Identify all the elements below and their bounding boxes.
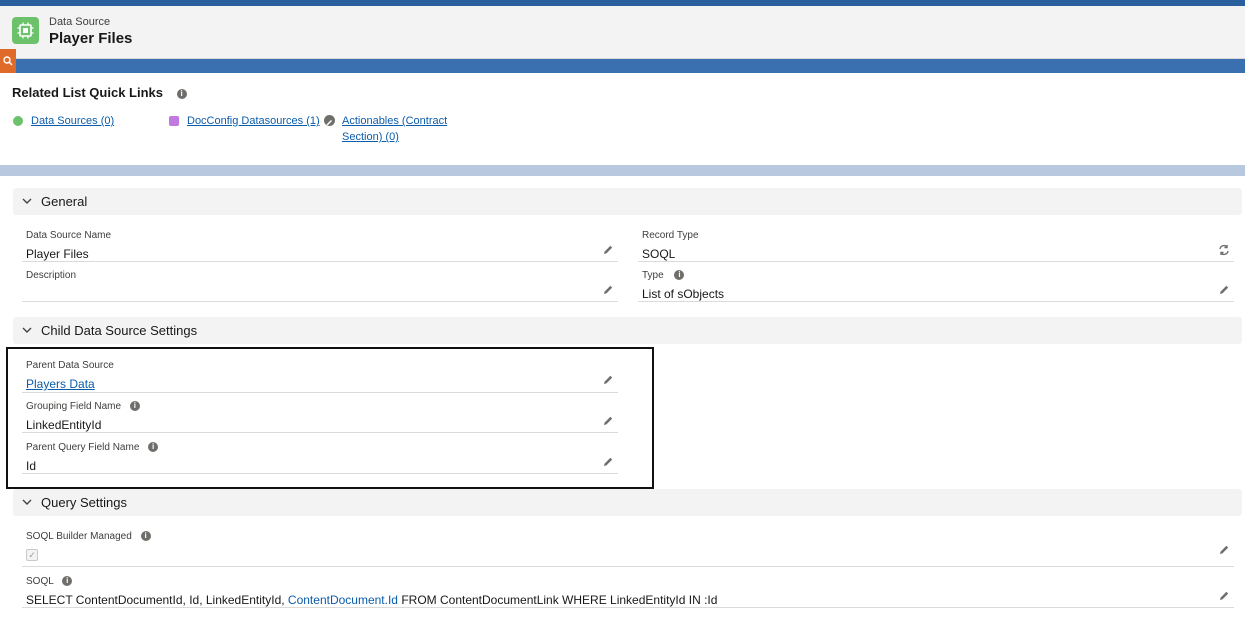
quick-links-title: Related List Quick Links i xyxy=(12,85,187,100)
wrench-icon xyxy=(324,115,335,126)
soql-value: SELECT ContentDocumentId, Id, LinkedEnti… xyxy=(26,593,718,607)
field-soql: SOQL i SELECT ContentDocumentId, Id, Lin… xyxy=(22,572,1234,608)
related-list-quick-links: Related List Quick Links i Data Sources … xyxy=(0,73,1245,165)
search-icon[interactable] xyxy=(0,49,16,73)
chevron-down-icon xyxy=(22,499,32,505)
quick-link-data-sources[interactable]: Data Sources (0) xyxy=(31,113,114,129)
field-record-type: Record Type SOQL xyxy=(638,226,1234,262)
edit-pencil-icon[interactable] xyxy=(1218,590,1230,602)
record-title: Player Files xyxy=(49,30,133,47)
record-header: Data Source Player Files xyxy=(0,6,1245,59)
info-icon[interactable]: i xyxy=(140,531,151,542)
change-record-type-icon[interactable] xyxy=(1218,244,1230,256)
soql-builder-managed-checkbox: ✓ xyxy=(26,549,38,561)
info-icon[interactable]: i xyxy=(674,270,685,281)
quick-link-actionables[interactable]: Actionables (Contract Section) (0) xyxy=(342,113,447,145)
edit-pencil-icon[interactable] xyxy=(602,284,614,296)
info-icon[interactable]: i xyxy=(176,88,187,99)
record-detail: General Data Source Name Player Files De… xyxy=(0,176,1245,620)
field-soql-builder-managed: SOQL Builder Managed i ✓ xyxy=(22,527,1234,567)
chevron-down-icon xyxy=(22,327,32,333)
edit-pencil-icon[interactable] xyxy=(1218,544,1230,556)
header-banner xyxy=(0,59,1245,73)
quick-link-docconfig-datasources[interactable]: DocConfig Datasources (1) xyxy=(187,113,320,129)
chevron-down-icon xyxy=(22,198,32,204)
info-icon[interactable]: i xyxy=(62,576,73,587)
data-sources-icon xyxy=(13,116,23,126)
edit-pencil-icon[interactable] xyxy=(602,244,614,256)
datasource-chip-icon xyxy=(12,17,39,44)
field-description: Description xyxy=(22,266,618,302)
section-query-settings-header[interactable]: Query Settings xyxy=(13,489,1242,516)
edit-pencil-icon[interactable] xyxy=(1218,284,1230,296)
field-data-source-name: Data Source Name Player Files xyxy=(22,226,618,262)
field-type: Type i List of sObjects xyxy=(638,266,1234,302)
highlight-box xyxy=(6,347,654,489)
section-general-header[interactable]: General xyxy=(13,188,1242,215)
divider-banner xyxy=(0,165,1245,176)
soql-field-link[interactable]: ContentDocument.Id xyxy=(288,593,398,607)
section-child-data-source-header[interactable]: Child Data Source Settings xyxy=(13,317,1242,344)
docconfig-datasources-icon xyxy=(169,116,179,126)
object-label: Data Source xyxy=(49,16,111,28)
